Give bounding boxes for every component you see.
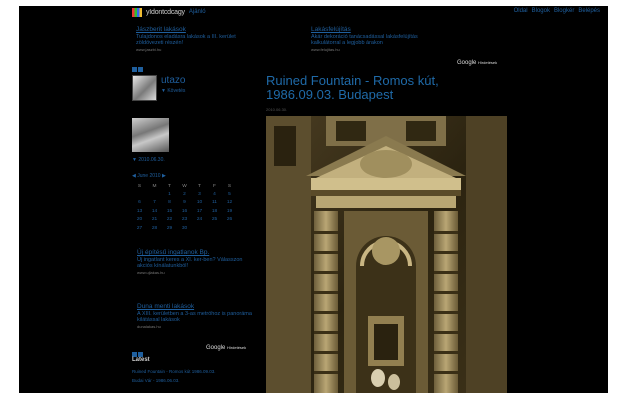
cal-cell[interactable]: 21 bbox=[147, 216, 162, 224]
cal-cell[interactable]: 16 bbox=[177, 207, 192, 215]
top-link-4[interactable]: Belépés bbox=[578, 8, 600, 14]
ad-url[interactable]: www.ujlakas.hu bbox=[137, 270, 257, 277]
fountain-photo-illustration bbox=[266, 116, 507, 393]
cal-cell[interactable]: 29 bbox=[162, 224, 177, 232]
cal-cell[interactable]: 3 bbox=[192, 190, 207, 198]
cal-cell[interactable]: 17 bbox=[192, 207, 207, 215]
cal-cell[interactable]: 14 bbox=[147, 207, 162, 215]
sidebar-list: Ruined Fountain - Romos kút 1986.09.03. … bbox=[132, 367, 257, 385]
cal-cell[interactable]: 25 bbox=[207, 216, 222, 224]
post-photo[interactable] bbox=[266, 116, 507, 393]
ad-block[interactable]: Lakásfelújítás Akár dekoráció tanácsadás… bbox=[311, 26, 423, 54]
calendar: S M T W T F S 1 2 3 4 5 6 7 8 9 10 11 12… bbox=[132, 182, 237, 232]
cal-cell[interactable]: 26 bbox=[222, 216, 237, 224]
cal-cell[interactable]: 5 bbox=[222, 190, 237, 198]
calendar-header[interactable]: ◀ June 2010 ▶ bbox=[132, 173, 166, 179]
cal-cell[interactable]: 6 bbox=[132, 199, 147, 207]
ad-block[interactable]: Jászberit lakások Tulajdonos eladásra la… bbox=[136, 26, 248, 54]
ad-text: Tulajdonos eladásra lakások a III. kerül… bbox=[136, 33, 236, 47]
ad-text: Akár dekoráció tanácsadással lakásfelújí… bbox=[311, 33, 418, 47]
google-ads-text: Google bbox=[206, 345, 226, 351]
ad-next-icon[interactable] bbox=[138, 67, 143, 72]
page-canvas: yIdontcdcagy Ajänló Oldal Blogok Blogkér… bbox=[19, 6, 608, 393]
cal-day-name: M bbox=[152, 183, 157, 189]
follow-link[interactable]: ▼ Követés bbox=[161, 88, 185, 94]
top-link-3[interactable]: Blogkér bbox=[554, 8, 574, 14]
cal-cell[interactable]: 30 bbox=[177, 224, 192, 232]
cal-day-name: W bbox=[182, 183, 187, 189]
cal-cell bbox=[147, 190, 162, 198]
ad-text: A XIII. kerületben a 3-as metróhoz is pa… bbox=[137, 310, 252, 324]
cal-day-name: T bbox=[198, 183, 201, 189]
cal-cell[interactable]: 9 bbox=[177, 199, 192, 207]
cal-cell[interactable]: 23 bbox=[177, 216, 192, 224]
cal-cell[interactable]: 7 bbox=[147, 199, 162, 207]
cal-cell bbox=[222, 224, 237, 232]
cal-cell bbox=[192, 224, 207, 232]
cal-cell[interactable]: 13 bbox=[132, 207, 147, 215]
avatar[interactable] bbox=[132, 75, 157, 101]
cal-cell[interactable]: 1 bbox=[162, 190, 177, 198]
ad-prev-icon[interactable] bbox=[132, 67, 137, 72]
sidebar-heading: Latest bbox=[132, 357, 150, 363]
cal-cell[interactable]: 10 bbox=[192, 199, 207, 207]
google-ads-label-side[interactable]: Google Hirdetések bbox=[206, 345, 246, 351]
ad-url[interactable]: dunalakas.hu bbox=[137, 324, 257, 331]
cal-cell[interactable]: 22 bbox=[162, 216, 177, 224]
post-title[interactable]: Ruined Fountain - Romos kút, 1986.09.03.… bbox=[266, 74, 506, 102]
cal-day-name: F bbox=[213, 183, 216, 189]
post-date: 2010.06.30. bbox=[266, 107, 288, 112]
cal-cell[interactable]: 12 bbox=[222, 199, 237, 207]
cal-cell[interactable]: 2 bbox=[177, 190, 192, 198]
cal-cell[interactable]: 15 bbox=[162, 207, 177, 215]
ad-url[interactable]: www.jaszbi.hu bbox=[136, 47, 248, 54]
google-ads-sub: Hirdetések bbox=[227, 345, 247, 350]
side-ad-block[interactable]: Duna menti lakások A XIII. kerületben a … bbox=[137, 303, 257, 331]
recommend-link[interactable]: Ajänló bbox=[189, 9, 206, 15]
cal-cell[interactable]: 4 bbox=[207, 190, 222, 198]
logo-text: yIdontcdcagy bbox=[146, 8, 185, 16]
ad-text: Új ingatlant keres a XI. ker-ben? Válass… bbox=[137, 256, 243, 270]
thumbnail-date[interactable]: ▼ 2010.06.30. bbox=[132, 157, 165, 163]
site-logo[interactable]: yIdontcdcagy Ajänló bbox=[132, 6, 206, 18]
ad-url[interactable]: www.felujitas.hu bbox=[311, 47, 423, 54]
top-link-1[interactable]: Oldal bbox=[514, 8, 528, 14]
logo-mark-icon bbox=[132, 7, 142, 17]
cal-cell bbox=[132, 190, 147, 198]
google-ads-sub: Hirdetések bbox=[478, 60, 498, 65]
cal-day-name: T bbox=[168, 183, 171, 189]
top-links: Oldal Blogok Blogkér Belépés bbox=[514, 8, 600, 14]
cal-cell[interactable]: 8 bbox=[162, 199, 177, 207]
cal-day-name: S bbox=[227, 183, 232, 189]
cal-cell[interactable]: 28 bbox=[147, 224, 162, 232]
cal-cell[interactable]: 18 bbox=[207, 207, 222, 215]
cal-cell[interactable]: 11 bbox=[207, 199, 222, 207]
cal-day-name: S bbox=[137, 183, 142, 189]
side-ad-block[interactable]: Új építésű ingatlanok Bp. Új ingatlant k… bbox=[137, 249, 257, 277]
google-ads-text: Google bbox=[457, 60, 477, 66]
cal-cell[interactable]: 27 bbox=[132, 224, 147, 232]
cal-cell[interactable]: 19 bbox=[222, 207, 237, 215]
recent-photo-thumbnail[interactable] bbox=[132, 118, 169, 152]
username[interactable]: utazo bbox=[161, 75, 185, 86]
top-link-2[interactable]: Blogok bbox=[532, 8, 550, 14]
google-ads-label[interactable]: Google Hirdetések bbox=[457, 60, 497, 66]
sidebar-list-item[interactable]: Ruined Fountain - Romos kút 1986.09.03. bbox=[132, 367, 257, 376]
cal-cell[interactable]: 24 bbox=[192, 216, 207, 224]
sidebar-list-item[interactable]: Budai Vár - 1986.06.03. bbox=[132, 376, 257, 385]
cal-cell bbox=[207, 224, 222, 232]
cal-cell[interactable]: 20 bbox=[132, 216, 147, 224]
